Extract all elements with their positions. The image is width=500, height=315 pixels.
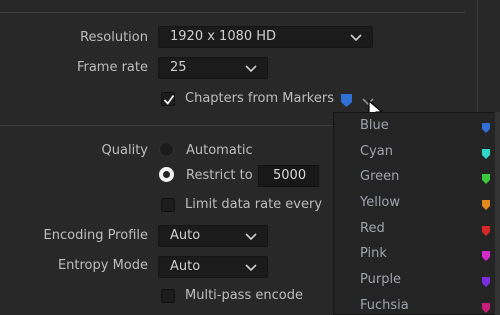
menu-item-label: Pink — [360, 246, 387, 261]
section-divider — [0, 125, 333, 126]
entropy-mode-value: Auto — [170, 259, 201, 274]
chapters-label: Chapters from Markers — [185, 91, 334, 106]
menu-item-label: Blue — [360, 118, 389, 133]
chevron-down-icon — [245, 233, 257, 241]
shield-icon — [482, 277, 490, 287]
multipass-label: Multi-pass encode — [185, 288, 303, 303]
chevron-down-icon — [245, 264, 257, 272]
menu-item-red[interactable]: Red — [334, 218, 499, 244]
multipass-checkbox[interactable] — [161, 289, 175, 303]
frame-rate-value: 25 — [170, 60, 187, 75]
restrict-to-label: Restrict to — [186, 168, 253, 183]
menu-item-fuchsia[interactable]: Fuchsia — [334, 295, 499, 314]
entropy-mode-label: Entropy Mode — [57, 258, 148, 273]
encoding-profile-value: Auto — [170, 228, 201, 243]
menu-item-label: Green — [360, 169, 400, 184]
menu-scrollbar[interactable] — [495, 112, 500, 315]
menu-item-cyan[interactable]: Cyan — [334, 141, 499, 167]
menu-item-label: Fuchsia — [360, 298, 409, 313]
marker-shield-icon — [341, 94, 352, 107]
menu-item-green[interactable]: Green — [334, 166, 499, 192]
menu-item-blue[interactable]: Blue — [334, 115, 499, 141]
encoding-profile-select[interactable]: Auto — [158, 225, 268, 247]
resolution-value: 1920 x 1080 HD — [170, 29, 277, 44]
menu-item-label: Cyan — [360, 144, 393, 159]
chapters-checkbox[interactable] — [161, 92, 175, 106]
shield-icon — [482, 251, 490, 261]
menu-item-yellow[interactable]: Yellow — [334, 192, 499, 218]
shield-icon — [482, 303, 490, 313]
right-panel-edge — [477, 0, 478, 112]
shield-icon — [482, 200, 490, 210]
menu-item-pink[interactable]: Pink — [334, 243, 499, 269]
menu-item-label: Purple — [360, 272, 402, 287]
menu-item-purple[interactable]: Purple — [334, 269, 499, 295]
shield-icon — [482, 174, 490, 184]
entropy-mode-select[interactable]: Auto — [158, 256, 268, 278]
chevron-down-icon — [245, 65, 257, 73]
shield-icon — [482, 226, 490, 236]
restrict-to-input[interactable]: 5000 — [258, 165, 319, 187]
check-icon — [163, 94, 175, 105]
resolution-label: Resolution — [80, 30, 148, 45]
frame-rate-label: Frame rate — [76, 60, 148, 75]
shield-icon — [482, 123, 490, 133]
limit-data-rate-label: Limit data rate every — [185, 197, 323, 212]
automatic-label: Automatic — [186, 143, 253, 158]
menu-item-label: Yellow — [360, 195, 401, 210]
quality-label: Quality — [101, 143, 148, 158]
frame-rate-select[interactable]: 25 — [158, 57, 268, 79]
shield-icon — [482, 149, 490, 159]
automatic-radio[interactable] — [159, 142, 174, 157]
menu-item-label: Red — [360, 221, 385, 236]
encoding-profile-label: Encoding Profile — [43, 228, 148, 243]
restrict-to-radio[interactable] — [159, 167, 174, 182]
limit-data-rate-checkbox[interactable] — [161, 198, 175, 212]
top-divider — [0, 12, 465, 13]
resolution-select[interactable]: 1920 x 1080 HD — [158, 26, 373, 48]
chevron-down-icon — [350, 34, 362, 42]
marker-color-menu: Blue Cyan Green Yellow Red Pink Purple F… — [333, 112, 500, 315]
